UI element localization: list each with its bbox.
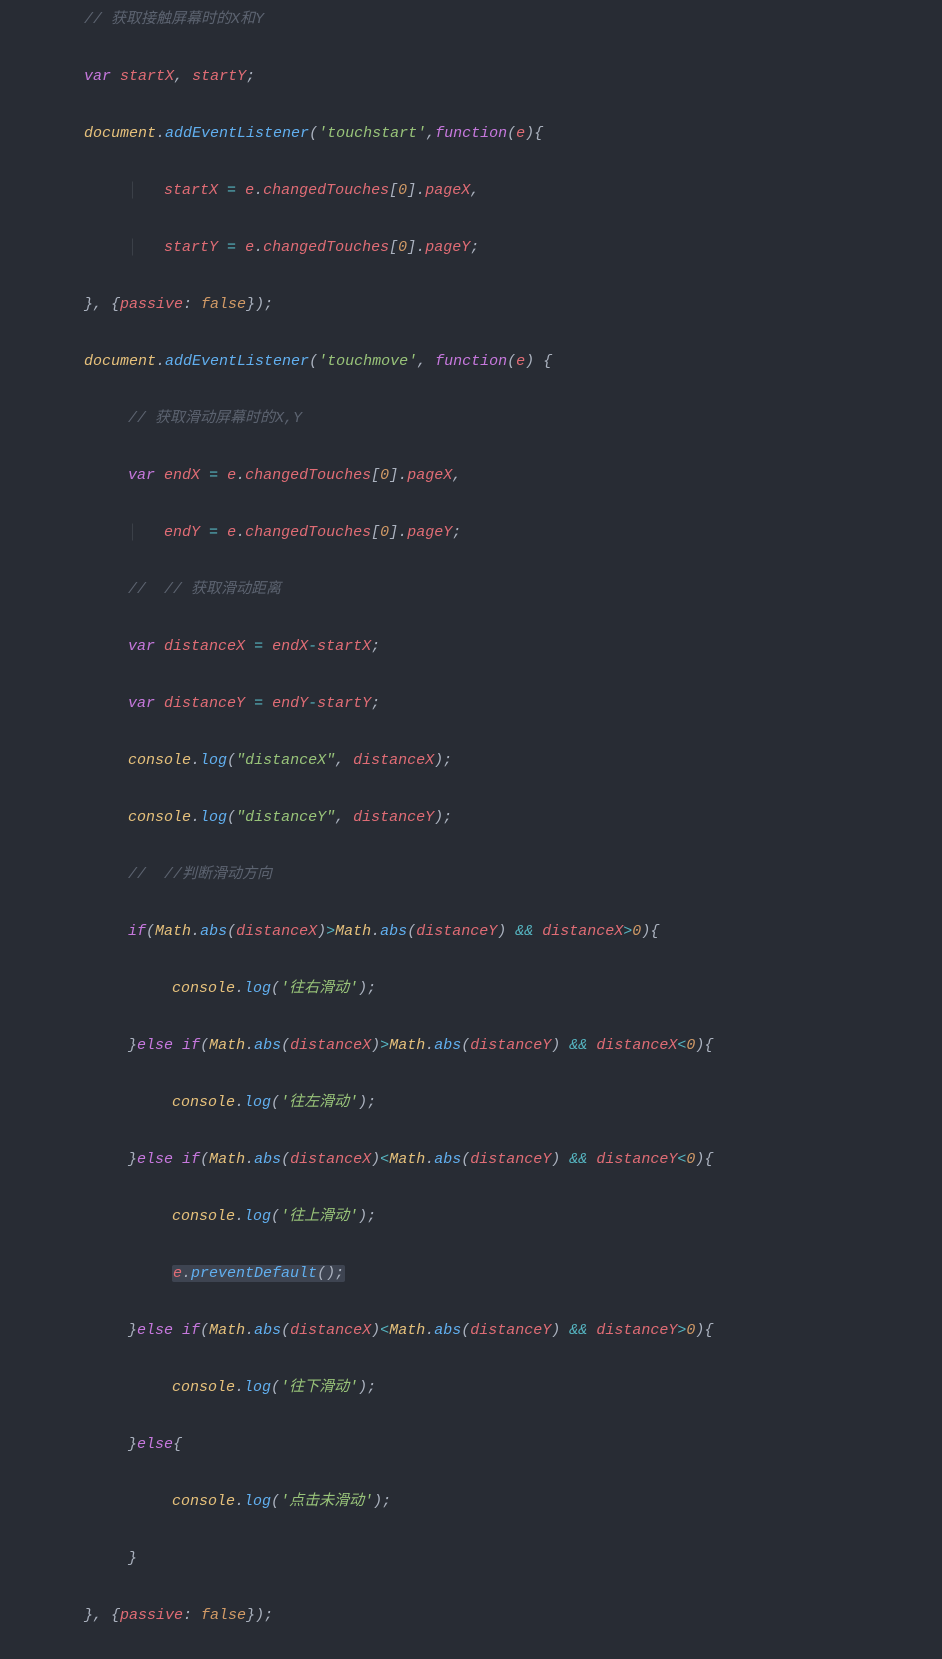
code-line: console.log('往上滑动'); [0,1203,942,1232]
code-line: console.log('点击未滑动'); [0,1488,942,1517]
code-line: } [0,1545,942,1574]
code-line: }else if(Math.abs(distanceX)<Math.abs(di… [0,1146,942,1175]
code-line: var distanceY = endY-startY; [0,690,942,719]
comment: // 获取接触屏幕时的X和Y [84,11,264,28]
code-line: var endX = e.changedTouches[0].pageX, [0,462,942,491]
code-line: e.preventDefault(); [0,1260,942,1289]
code-line: console.log('往下滑动'); [0,1374,942,1403]
code-line: console.log('往右滑动'); [0,975,942,1004]
code-line: // //判断滑动方向 [0,861,942,890]
comment: // 获取滑动屏幕时的X,Y [128,410,302,427]
code-line: }else{ [0,1431,942,1460]
highlighted-code: e.preventDefault(); [172,1265,345,1282]
code-line: │ endY = e.changedTouches[0].pageY; [0,519,942,548]
code-line: }, {passive: false}); [0,1602,942,1631]
code-line: }else if(Math.abs(distanceX)>Math.abs(di… [0,1032,942,1061]
code-line: // // 获取滑动距离 [0,576,942,605]
code-line: if(Math.abs(distanceX)>Math.abs(distance… [0,918,942,947]
comment: // // 获取滑动距离 [128,581,281,598]
code-line: document.addEventListener('touchstart',f… [0,120,942,149]
code-line: console.log("distanceX", distanceX); [0,747,942,776]
code-line: var distanceX = endX-startX; [0,633,942,662]
comment: // //判断滑动方向 [128,866,272,883]
keyword-var: var [84,68,111,85]
code-line: document.addEventListener('touchmove', f… [0,348,942,377]
code-block: // 获取接触屏幕时的X和Y var startX, startY; docum… [0,0,942,1659]
code-line: │ startY = e.changedTouches[0].pageY; [0,234,942,263]
code-line: }, {passive: false}); [0,291,942,320]
code-line: // 获取接触屏幕时的X和Y [0,6,942,35]
code-line: var startX, startY; [0,63,942,92]
code-line: }else if(Math.abs(distanceX)<Math.abs(di… [0,1317,942,1346]
code-line: console.log('往左滑动'); [0,1089,942,1118]
code-line: │ startX = e.changedTouches[0].pageX, [0,177,942,206]
code-line: // 获取滑动屏幕时的X,Y [0,405,942,434]
code-line: console.log("distanceY", distanceY); [0,804,942,833]
